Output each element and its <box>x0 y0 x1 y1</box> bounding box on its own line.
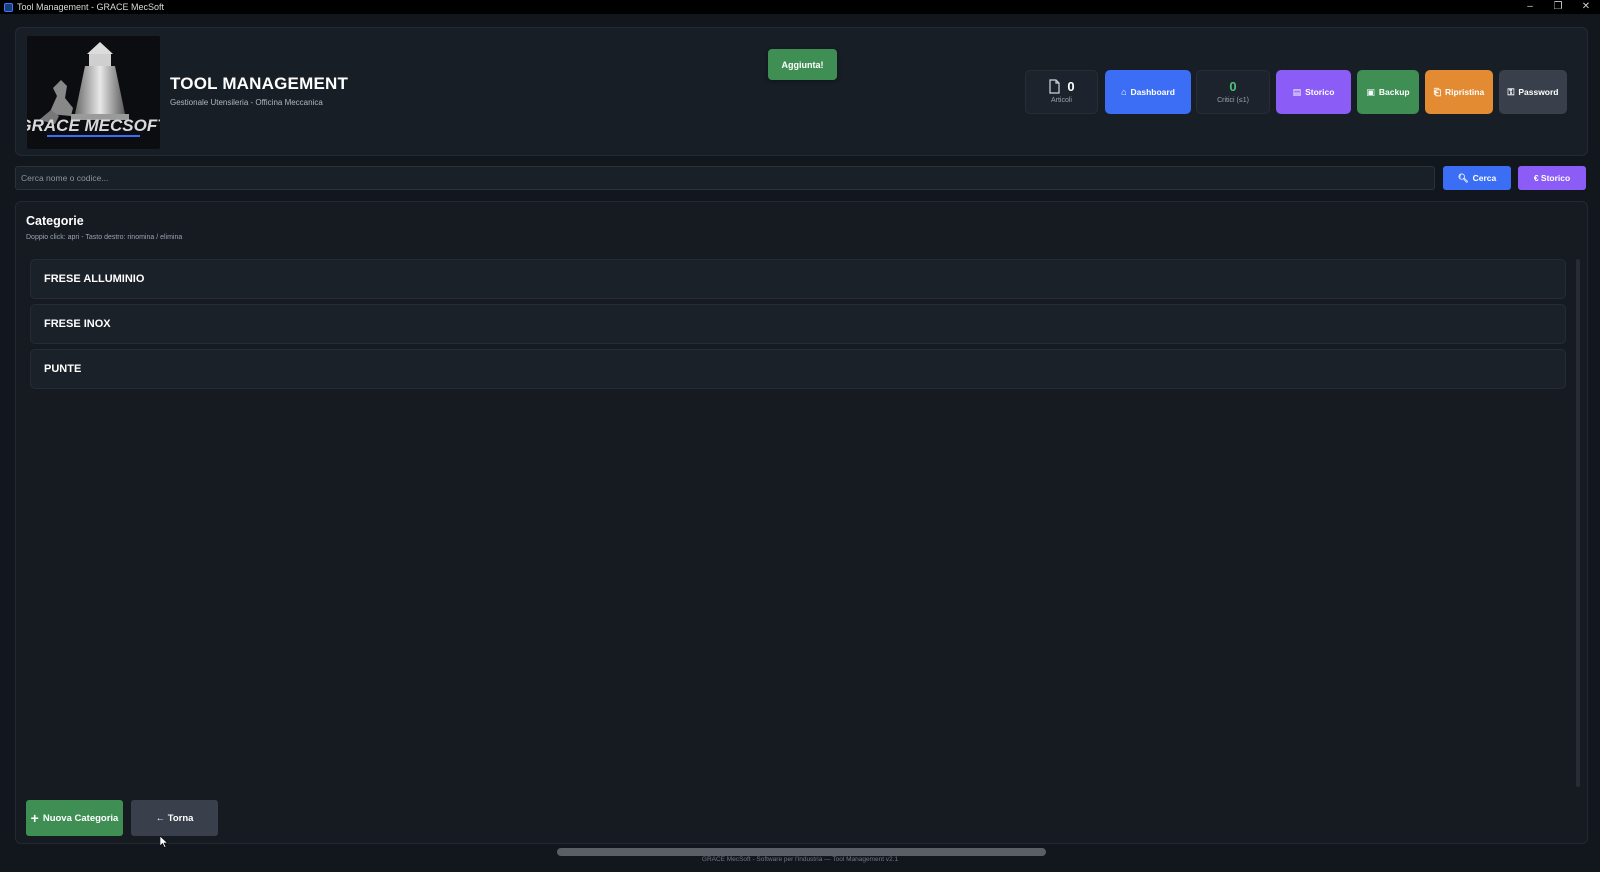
window-titlebar: Tool Management - GRACE MecSoft – ❐ ✕ <box>0 0 1600 14</box>
restore-button[interactable]: ❐ <box>1544 0 1572 14</box>
header-card: GRACE MECSOFT TOOL MANAGEMENT Gestionale… <box>15 27 1588 156</box>
dashboard-button[interactable]: ⌂ Dashboard <box>1105 70 1191 114</box>
app-title: TOOL MANAGEMENT <box>170 74 349 93</box>
backup-button-label: Backup <box>1378 87 1410 97</box>
critici-label: Critici (≤1) <box>1217 97 1249 104</box>
home-icon: ⌂ <box>1121 87 1127 97</box>
articoli-label: Articoli <box>1050 97 1072 104</box>
nuova-categoria-button[interactable]: + Nuova Categoria <box>26 800 123 836</box>
articoli-count: 0 <box>1067 79 1075 94</box>
storico-search-button[interactable]: € Storico <box>1518 166 1586 190</box>
storico-button[interactable]: ▤ Storico <box>1276 70 1351 114</box>
ripristina-button-label: Ripristina <box>1445 87 1485 97</box>
search-icon: 🔍︎ <box>1457 172 1469 183</box>
app-icon <box>4 2 13 12</box>
panel-hint: Doppio click: apri - Tasto destro: rinom… <box>26 234 183 241</box>
category-item[interactable]: PUNTE <box>30 349 1566 389</box>
restore-icon: ⎗ <box>1433 86 1441 97</box>
stat-critici: 0 Critici (≤1) <box>1196 70 1270 114</box>
grace-mecsoft-logo: GRACE MECSOFT <box>27 42 160 137</box>
storico-search-button-label: € Storico <box>1533 173 1571 183</box>
document-icon <box>1049 79 1060 94</box>
torna-button-label: ← Torna <box>155 812 194 824</box>
window-title: Tool Management - GRACE MecSoft <box>17 2 165 12</box>
password-button-label: Password <box>1518 87 1559 97</box>
torna-button[interactable]: ← Torna <box>131 800 218 836</box>
logo: GRACE MECSOFT <box>27 36 160 149</box>
category-item[interactable]: FRESE ALLUMINIO <box>30 259 1566 299</box>
dashboard-button-label: Dashboard <box>1130 87 1175 97</box>
critici-count: 0 <box>1229 79 1237 94</box>
category-item[interactable]: FRESE INOX <box>30 304 1566 344</box>
app-subtitle: Gestionale Utensileria - Officina Meccan… <box>170 98 323 107</box>
ripristina-button[interactable]: ⎗ Ripristina <box>1425 70 1493 114</box>
cerca-button-label: Cerca <box>1472 173 1497 183</box>
panel-title: Categorie <box>26 214 84 228</box>
mouse-cursor-icon <box>160 836 168 848</box>
lock-icon: ⚿ <box>1507 86 1515 97</box>
stat-articoli: 0 Articoli <box>1025 70 1098 114</box>
categories-panel: Categorie Doppio click: apri - Tasto des… <box>15 201 1588 844</box>
chart-icon: ▤ <box>1292 86 1302 97</box>
password-button[interactable]: ⚿ Password <box>1499 70 1567 114</box>
close-button[interactable]: ✕ <box>1572 0 1600 14</box>
plus-icon: + <box>30 810 39 826</box>
minimize-button[interactable]: – <box>1516 0 1544 14</box>
vertical-scrollbar[interactable] <box>1576 259 1580 787</box>
storico-button-label: Storico <box>1305 87 1335 97</box>
window-controls: – ❐ ✕ <box>1516 0 1600 14</box>
toast-notification: Aggiunta! <box>768 49 837 80</box>
category-list: FRESE ALLUMINIO FRESE INOX PUNTE <box>30 259 1566 394</box>
backup-button[interactable]: ▣ Backup <box>1357 70 1419 114</box>
nuova-categoria-label: Nuova Categoria <box>42 812 119 824</box>
save-icon: ▣ <box>1366 86 1375 97</box>
logo-text-grace: GRACE MECSOFT <box>27 116 160 135</box>
search-input[interactable] <box>15 166 1435 190</box>
horizontal-scrollbar[interactable] <box>557 848 1046 856</box>
cerca-button[interactable]: 🔍︎ Cerca <box>1443 166 1511 190</box>
footer-text: GRACE MecSoft - Software per l'industria… <box>701 856 899 863</box>
